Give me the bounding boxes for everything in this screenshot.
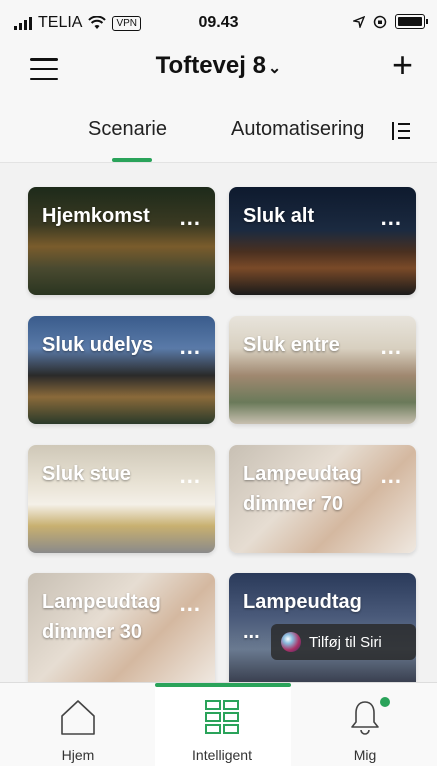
nav-label: Mig (353, 747, 377, 763)
more-icon[interactable]: ... (180, 205, 201, 231)
scene-card-lampeudtag-dimmer-30[interactable]: Lampeudtag dimmer 30 ... (28, 573, 215, 682)
tab-automatisering[interactable]: Automatisering (231, 118, 364, 141)
app-header: Toftevej 8 ⌄ + Scenarie Automatisering (0, 44, 437, 163)
house-icon (61, 700, 95, 735)
more-icon[interactable]: ... (180, 591, 201, 617)
more-icon[interactable]: ... (381, 463, 402, 489)
home-selector[interactable]: Toftevej 8 ⌄ (0, 52, 437, 80)
scene-label: Sluk stue (42, 463, 131, 485)
home-name: Toftevej 8 (155, 52, 266, 79)
status-right (353, 14, 428, 29)
tab-scenarie[interactable]: Scenarie (88, 118, 167, 141)
scene-label: Sluk entre (243, 334, 340, 356)
scene-card-sluk-entre[interactable]: Sluk entre ... (229, 316, 416, 424)
scene-card-lampeudtag-dimmer-70[interactable]: Lampeudtag dimmer 70 ... (229, 445, 416, 553)
rotation-lock-icon (373, 15, 387, 28)
siri-label: Tilføj til Siri (309, 633, 382, 651)
nav-item-mig[interactable]: Mig (305, 697, 425, 763)
nav-item-intelligent[interactable]: Intelligent (162, 697, 282, 763)
more-icon[interactable]: ... (381, 334, 402, 360)
active-nav-indicator (155, 683, 291, 687)
more-icon[interactable]: ... (180, 334, 201, 360)
location-arrow-icon (353, 15, 365, 28)
scene-label: Lampeudtag dimmer 70 (243, 463, 362, 515)
scene-label: Lampeudtag dimmer 30 (42, 591, 161, 643)
siri-icon (281, 632, 301, 652)
scene-label: Sluk alt (243, 205, 315, 227)
bell-icon (351, 701, 379, 735)
list-icon[interactable] (389, 120, 411, 142)
active-tab-indicator (112, 158, 152, 162)
scene-label: Sluk udelys (42, 334, 154, 356)
bottom-navigation: Hjem Intelligent Mig (0, 682, 437, 766)
status-bar: TELIA VPN 09.43 (0, 0, 437, 48)
nav-label: Hjem (61, 747, 95, 763)
nav-item-hjem[interactable]: Hjem (18, 697, 138, 763)
scene-card-sluk-alt[interactable]: Sluk alt ... (229, 187, 416, 295)
notification-dot (380, 697, 390, 707)
more-icon[interactable]: ... (381, 205, 402, 231)
add-to-siri-button[interactable]: Tilføj til Siri (271, 624, 416, 660)
battery-icon (395, 14, 428, 29)
more-icon[interactable]: ... (180, 463, 201, 489)
scene-card-sluk-udelys[interactable]: Sluk udelys ... (28, 316, 215, 424)
nav-label: Intelligent (192, 747, 252, 763)
chevron-down-icon: ⌄ (267, 60, 282, 77)
scene-card-hjemkomst[interactable]: Hjemkomst ... (28, 187, 215, 295)
grid-icon (205, 700, 239, 734)
scene-card-sluk-stue[interactable]: Sluk stue ... (28, 445, 215, 553)
scene-label: Hjemkomst (42, 205, 150, 227)
add-button[interactable]: + (392, 44, 413, 86)
